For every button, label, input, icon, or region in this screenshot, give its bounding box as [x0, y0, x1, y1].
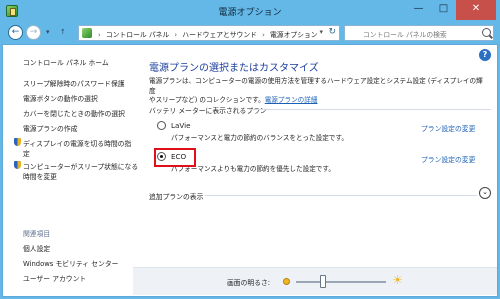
search-placeholder: コントロール パネルの検索 [363, 31, 447, 39]
chevron-down-icon[interactable]: ⌄ [479, 187, 491, 199]
breadcrumb-power-options[interactable]: 電源オプション [270, 31, 318, 39]
breadcrumb-control-panel[interactable]: コントロール パネル [106, 31, 169, 39]
sidebar-item-power-button[interactable]: 電源ボタンの動作の選択 [23, 93, 98, 103]
sidebar-item-wake-password[interactable]: スリープ解除時のパスワード保護 [23, 78, 125, 88]
chevron-down-icon[interactable]: ▾ [319, 28, 323, 36]
related-heading: 関連項目 [23, 230, 51, 238]
additional-plans-divider [205, 195, 477, 196]
page-title: 電源プランの選択またはカスタマイズ [149, 63, 319, 74]
sidebar-item-sleep-time-cont[interactable]: 時間を変更 [23, 171, 57, 181]
show-additional-plans[interactable]: 追加プランの表示 [149, 191, 203, 201]
breadcrumb-separator: › [174, 31, 178, 39]
refresh-icon[interactable]: ↻ [328, 27, 336, 37]
radio-lavie[interactable] [157, 121, 166, 130]
sidebar-item-create-plan[interactable]: 電源プランの作成 [23, 123, 77, 133]
breadcrumb: › コントロール パネル › ハードウェアとサウンド › 電源オプション [95, 29, 318, 39]
page-description: 電源プランは、コンピューターの電源の使用方法を管理するハードウェア設定とシステム… [149, 77, 487, 106]
window: 電源オプション — □ ✕ ← → ▾ ↑ › コントロール パネル › ハード… [0, 0, 500, 299]
description-line-1: 電源プランは、コンピューターの電源の使用方法を管理するハードウェア設定とシステム… [149, 77, 483, 95]
main-panel: 電源プランの選択またはカスタマイズ 電源プランは、コンピューターの電源の使用方法… [149, 45, 497, 296]
address-bar: ← → ▾ ↑ › コントロール パネル › ハードウェアとサウンド › 電源オ… [2, 22, 498, 44]
breadcrumb-hardware-sound[interactable]: ハードウェアとサウンド [182, 31, 257, 39]
close-button[interactable]: ✕ [456, 0, 496, 20]
related-personalization[interactable]: 個人設定 [23, 243, 50, 253]
sidebar: コントロール パネル ホーム スリープ解除時のパスワード保護 電源ボタンの動作の… [3, 45, 138, 296]
brightness-label: 画面の明るさ: [227, 279, 271, 287]
search-input[interactable]: コントロール パネルの検索 [344, 25, 494, 41]
related-user-accounts[interactable]: ユーザー アカウント [23, 273, 86, 283]
shield-icon [14, 138, 21, 146]
brightness-high-icon: ☀ [392, 273, 403, 287]
brightness-bar: 画面の明るさ: ☀ [133, 267, 497, 295]
description-line-2: やスリープなど) のコレクションです。 [149, 96, 265, 104]
breadcrumb-separator: › [262, 31, 265, 39]
up-icon[interactable]: ↑ [60, 28, 66, 36]
sidebar-item-display-off[interactable]: ディスプレイの電源を切る時間の指 [23, 138, 131, 148]
brightness-slider[interactable] [296, 281, 386, 283]
related-mobility-center[interactable]: Windows モビリティ センター [23, 258, 118, 268]
eco-highlight-box [154, 148, 196, 167]
power-plan-details-link[interactable]: 電源プランの詳細 [265, 96, 318, 104]
sidebar-item-sleep-time[interactable]: コンピューターがスリープ状態になる [23, 161, 138, 171]
maximize-button[interactable]: □ [431, 0, 456, 20]
address-box[interactable]: › コントロール パネル › ハードウェアとサウンド › 電源オプション ▾ ↻ [78, 25, 340, 41]
title-bar: 電源オプション — □ ✕ [0, 0, 500, 22]
plan-description: パフォーマンスと電力の節約のバランスをとった設定です。 [171, 134, 348, 142]
brightness-low-icon [283, 278, 290, 285]
forward-button[interactable]: → [26, 25, 41, 40]
sidebar-item-display-off-cont[interactable]: 定 [23, 148, 30, 158]
brightness-slider-thumb[interactable] [320, 275, 326, 288]
shield-icon [14, 161, 21, 169]
change-plan-settings-link[interactable]: プラン設定の変更 [421, 154, 475, 164]
minimize-button[interactable]: — [406, 0, 431, 20]
recent-pages-icon[interactable]: ▾ [46, 28, 50, 36]
search-icon[interactable] [482, 28, 491, 37]
section-label: バッテリ メーターに表示されるプラン [149, 107, 267, 115]
sidebar-home-link[interactable]: コントロール パネル ホーム [23, 57, 109, 67]
section-divider [249, 109, 491, 110]
plan-name[interactable]: LaVie [171, 121, 191, 130]
breadcrumb-separator: › [98, 31, 101, 39]
content-area: ? コントロール パネル ホーム スリープ解除時のパスワード保護 電源ボタンの動… [2, 44, 498, 297]
back-button[interactable]: ← [8, 25, 23, 40]
control-panel-icon [82, 28, 92, 38]
sidebar-item-lid-close[interactable]: カバーを閉じたときの動作の選択 [23, 108, 125, 118]
change-plan-settings-link[interactable]: プラン設定の変更 [421, 123, 475, 133]
